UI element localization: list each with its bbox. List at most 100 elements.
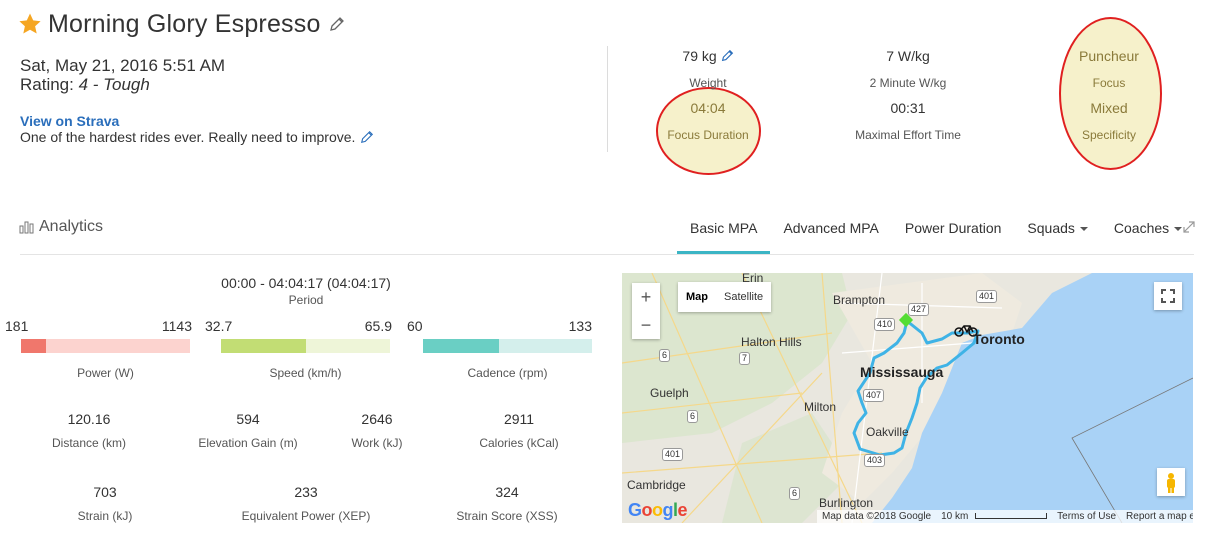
wkg-value: 7 W/kg (886, 48, 930, 64)
weight-value[interactable]: 79 kg (638, 48, 778, 64)
cadence-max: 133 (568, 318, 592, 334)
focus-metric: Puncheur Focus (1039, 48, 1179, 90)
map-label-halton-hills: Halton Hills (741, 335, 802, 349)
highway-shield: 401 (662, 448, 684, 461)
highway-shield: 410 (874, 318, 896, 331)
zoom-out-button[interactable]: − (632, 311, 660, 339)
tab-label: Advanced MPA (783, 220, 879, 236)
highway-shield: 6 (687, 410, 699, 423)
map-label-brampton: Brampton (833, 293, 886, 307)
google-logo: Google (628, 500, 688, 520)
weight-label: Weight (689, 76, 727, 90)
map-type-control: Map Satellite (678, 282, 772, 312)
cadence-range-fill (423, 339, 500, 353)
cadence-min: 60 (407, 318, 423, 334)
rating-value: 4 - Tough (78, 75, 150, 94)
max-effort-value: 00:31 (890, 100, 926, 116)
map-type-map-button[interactable]: Map (678, 282, 716, 312)
zoom-in-button[interactable]: + (632, 283, 660, 311)
tab-advanced-mpa[interactable]: Advanced MPA (770, 214, 891, 254)
elevation-label: Elevation Gain (m) (198, 436, 298, 450)
zoom-control: + − (632, 283, 660, 339)
expand-icon[interactable] (1183, 221, 1195, 233)
tab-basic-mpa[interactable]: Basic MPA (677, 214, 771, 254)
max-effort-metric: 00:31 Maximal Effort Time (838, 100, 978, 142)
power-range-fill (21, 339, 47, 353)
caret-down-icon (1174, 227, 1183, 232)
speed-min: 32.7 (205, 318, 233, 334)
tab-coaches[interactable]: Coaches (1101, 214, 1195, 254)
fullscreen-button[interactable] (1154, 282, 1182, 310)
map-label-mississauga: Mississauga (860, 364, 944, 380)
tab-label: Coaches (1113, 220, 1170, 236)
weight-value-text: 79 kg (682, 48, 717, 64)
route-map[interactable]: + − Map Satellite Erin Brampton Halton H… (622, 273, 1193, 523)
report-map-error-link[interactable]: Report a map error (1121, 510, 1193, 523)
strain-label: Strain (kJ) (77, 509, 133, 523)
tab-label: Squads (1027, 220, 1075, 236)
map-attribution: Map data ©2018 Google (822, 511, 932, 522)
scale-bar (975, 513, 1048, 520)
map-label-toronto: Toronto (973, 331, 1025, 347)
street-view-pegman[interactable] (1157, 468, 1185, 496)
xep-stat: 233 Equivalent Power (XEP) (236, 484, 376, 523)
wkg-metric: 7 W/kg 2 Minute W/kg (838, 48, 978, 90)
view-on-strava-link[interactable]: View on Strava (20, 113, 119, 129)
map-label-burlington: Burlington (819, 496, 874, 510)
speed-range-bar (221, 339, 390, 353)
focus-duration-metric: 04:04 Focus Duration (638, 100, 778, 142)
highway-shield: 403 (864, 454, 886, 467)
speed-max: 65.9 (364, 318, 392, 334)
highlight-circle (1059, 17, 1162, 170)
specificity-label: Specificity (1081, 128, 1137, 142)
edit-icon[interactable] (360, 130, 374, 144)
max-effort-label: Maximal Effort Time (855, 128, 961, 142)
work-label: Work (kJ) (351, 436, 403, 450)
xss-label: Strain Score (XSS) (456, 509, 558, 523)
highway-shield: 7 (739, 352, 751, 365)
power-range-bar (21, 339, 190, 353)
xss-stat: 324 Strain Score (XSS) (437, 484, 577, 523)
xep-value: 233 (294, 484, 318, 500)
caret-down-icon (1079, 227, 1088, 232)
focus-value: Puncheur (1079, 48, 1139, 64)
focus-duration-value: 04:04 (690, 100, 726, 116)
edit-icon[interactable] (721, 49, 734, 62)
terms-of-use-link[interactable]: Terms of Use (1052, 510, 1121, 523)
focus-label: Focus (1092, 76, 1126, 90)
strain-value: 703 (93, 484, 117, 500)
edit-icon[interactable] (329, 16, 345, 32)
strain-stat: 703 Strain (kJ) (35, 484, 175, 523)
calories-stat: 2911 Calories (kCal) (449, 411, 589, 450)
section-divider (20, 254, 1194, 255)
tab-label: Power Duration (904, 220, 1002, 236)
speed-range-fill (221, 339, 306, 353)
page-title: Morning Glory Espresso (48, 9, 321, 38)
tab-power-duration[interactable]: Power Duration (892, 214, 1015, 254)
analytics-header: Analytics (19, 218, 103, 236)
map-label-milton: Milton (804, 400, 837, 414)
map-label-cambridge: Cambridge (627, 478, 686, 492)
distance-value: 120.16 (67, 411, 111, 427)
highway-shield: 427 (908, 303, 930, 316)
analytics-tabs: Basic MPA Advanced MPA Power Duration Sq… (677, 214, 1195, 254)
header-divider (607, 46, 608, 152)
power-label: Power (W) (77, 366, 134, 380)
map-label-guelph: Guelph (650, 386, 689, 400)
calories-label: Calories (kCal) (479, 436, 559, 450)
map-scale[interactable]: 10 km (936, 510, 1052, 523)
bar-chart-icon (19, 221, 34, 234)
map-footer: Map data ©2018 Google 10 km Terms of Use… (817, 510, 1193, 523)
map-type-satellite-button[interactable]: Satellite (716, 282, 771, 312)
ride-date: Sat, May 21, 2016 5:51 AM (20, 56, 226, 75)
tab-squads[interactable]: Squads (1014, 214, 1100, 254)
focus-duration-label: Focus Duration (667, 128, 749, 142)
analytics-title: Analytics (39, 218, 104, 235)
ride-rating: Rating: 4 - Tough (20, 75, 150, 95)
work-stat: 2646 Work (kJ) (307, 411, 447, 450)
xss-value: 324 (495, 484, 519, 500)
highway-shield: 6 (789, 487, 801, 500)
star-icon[interactable] (18, 12, 42, 36)
elevation-stat: 594 Elevation Gain (m) (178, 411, 318, 450)
period-value: 00:00 - 04:04:17 (04:04:17) (221, 275, 391, 291)
